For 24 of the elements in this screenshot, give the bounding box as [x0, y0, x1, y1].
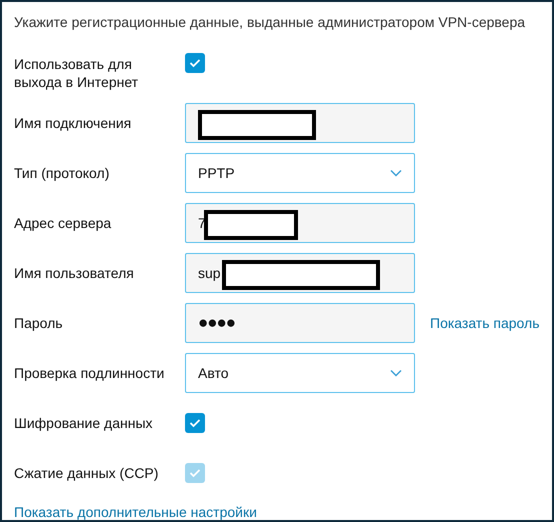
advanced-settings-link[interactable]: Показать дополнительные настройки	[14, 504, 257, 520]
field-label: Пароль	[14, 314, 64, 332]
field-label: Проверка подлинности	[14, 364, 166, 382]
show-password-link[interactable]: Показать пароль	[415, 315, 540, 331]
field-label: Тип (протокол)	[14, 164, 110, 182]
chevron-down-icon	[390, 169, 402, 177]
field-label: Сжатие данных (CCP)	[14, 464, 160, 482]
field-label: Шифрование данных	[14, 414, 154, 432]
chevron-down-icon	[390, 369, 402, 377]
checkbox[interactable]	[185, 413, 205, 433]
dropdown[interactable]: Авто	[185, 353, 415, 393]
check-icon	[189, 468, 201, 478]
check-icon	[189, 58, 201, 68]
form-heading: Укажите регистрационные данные, выданные администратором VPN-сервера	[13, 13, 526, 32]
input-field[interactable]: sup	[185, 253, 415, 293]
checkbox[interactable]	[185, 53, 205, 73]
field-label: Использовать для выхода в Интернет	[14, 55, 140, 91]
field-label: Имя пользователя	[14, 264, 135, 282]
password-field[interactable]: ●●●●	[185, 303, 415, 343]
field-label: Адрес сервера	[14, 214, 112, 232]
check-icon	[189, 418, 201, 428]
dropdown[interactable]: PPTP	[185, 153, 415, 193]
input-field[interactable]	[185, 103, 415, 143]
field-label: Имя подключения	[14, 114, 132, 132]
